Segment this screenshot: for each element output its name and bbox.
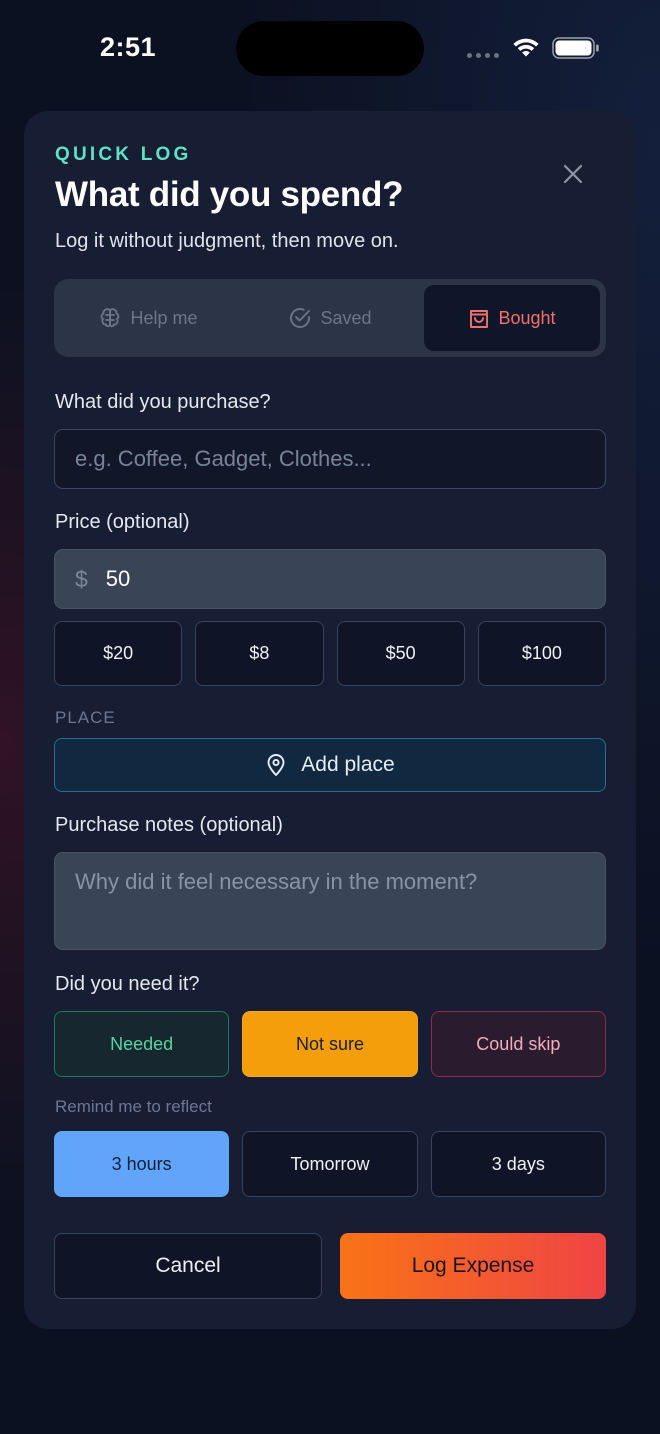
map-pin-icon [267,754,285,776]
remind-label: Remind me to reflect [55,1097,212,1116]
brain-icon [101,308,120,328]
need-option-could-skip[interactable]: Could skip [430,1011,606,1077]
need-option-needed[interactable]: Needed [54,1011,230,1077]
dynamic-island [236,21,424,76]
price-value: 50 [105,566,131,591]
add-place-label: Add place [301,753,395,776]
notes-label: Purchase notes (optional) [55,814,283,836]
add-place-button[interactable]: Add place [54,738,606,792]
modal-eyebrow: QUICK LOG [55,144,192,165]
price-preset-100[interactable]: $100 [477,621,606,686]
segment-saved-label: Saved [320,307,372,328]
notes-textarea[interactable]: Why did it feel necessary in the moment? [54,852,606,950]
segment-help-me[interactable]: Help me [60,285,236,351]
modal-subtitle: Log it without judgment, then move on. [55,230,399,252]
segment-bought-label: Bought [498,307,556,328]
notes-placeholder: Why did it feel necessary in the moment? [75,869,478,894]
app-screen: 2:51 QUICK LOG What did you spend? Log i… [0,0,660,1434]
price-input[interactable]: $ 50 [54,549,606,609]
log-type-segmented-control: Help me Saved Bought [54,279,606,357]
remind-option-3-days[interactable]: 3 days [430,1131,606,1197]
wifi-icon [513,38,539,57]
close-button[interactable] [558,159,588,189]
need-options: Needed Not sure Could skip [54,1011,606,1077]
remind-option-3-hours[interactable]: 3 hours [54,1131,230,1197]
need-option-not-sure[interactable]: Not sure [242,1011,418,1077]
need-label: Did you need it? [55,973,200,995]
purchase-placeholder: e.g. Coffee, Gadget, Clothes... [75,446,372,471]
currency-symbol: $ [75,565,88,592]
segment-bought[interactable]: Bought [424,285,600,351]
modal-actions: Cancel Log Expense [54,1233,606,1299]
place-label: PLACE [55,708,116,727]
battery-icon [552,37,599,59]
price-label: Price (optional) [55,511,190,533]
status-time: 2:51 [100,32,157,62]
price-preset-20[interactable]: $20 [54,621,183,686]
remind-options: 3 hours Tomorrow 3 days [54,1131,606,1197]
cancel-button[interactable]: Cancel [54,1233,322,1299]
segment-help-me-label: Help me [130,307,198,328]
purchase-label: What did you purchase? [55,391,271,413]
check-circle-icon [290,308,311,328]
price-preset-8[interactable]: $8 [195,621,324,686]
modal-title: What did you spend? [55,175,404,214]
price-presets: $20 $8 $50 $100 [54,621,606,686]
cellular-signal-icon [467,53,499,58]
purchase-input[interactable]: e.g. Coffee, Gadget, Clothes... [54,429,606,489]
segment-saved[interactable]: Saved [242,285,418,351]
log-expense-button[interactable]: Log Expense [340,1233,606,1299]
price-preset-50[interactable]: $50 [336,621,465,686]
shopping-bag-icon [470,310,489,328]
close-icon [563,164,583,184]
status-bar: 2:51 [0,0,660,100]
remind-option-tomorrow[interactable]: Tomorrow [242,1131,418,1197]
quick-log-modal: QUICK LOG What did you spend? Log it wit… [24,111,636,1329]
